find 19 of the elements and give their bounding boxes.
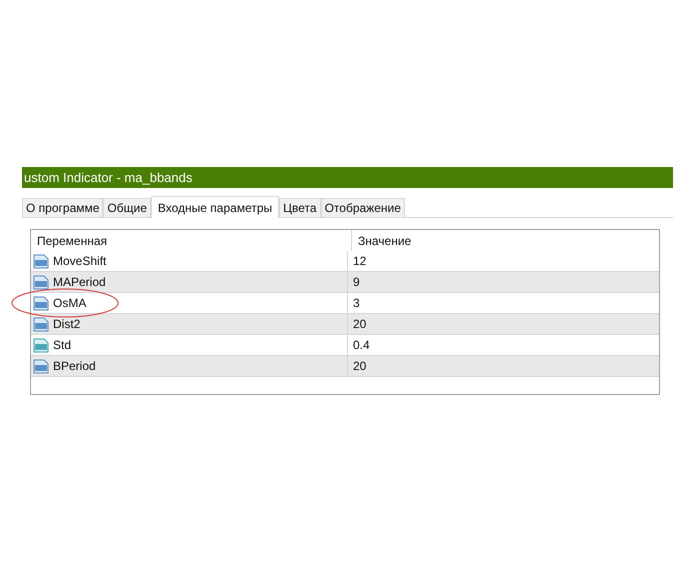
tab[interactable]: Входные параметры	[150, 196, 280, 218]
tab[interactable]: Отображение	[320, 198, 405, 217]
variable-name: MAPeriod	[53, 275, 106, 289]
value-cell: 3	[353, 296, 360, 310]
value-cell: 12	[353, 254, 366, 268]
variable-name: MoveShift	[53, 254, 106, 268]
window-title: ustom Indicator - ma_bbands	[23, 170, 192, 185]
tab[interactable]: О программе	[22, 198, 104, 217]
variable-name: Std	[53, 338, 72, 352]
value-cell: 9	[353, 275, 360, 289]
variable-name: BPeriod	[53, 359, 96, 373]
value-cell: 20	[353, 317, 366, 331]
tab[interactable]: Цвета	[279, 198, 321, 217]
column-header: Значение	[357, 232, 412, 250]
value-cell: 0.4	[353, 338, 370, 352]
value-cell: 20	[353, 359, 366, 373]
tab[interactable]: Общие	[103, 198, 151, 217]
variable-name: Dist2	[53, 317, 80, 331]
variable-name: OsMA	[53, 296, 86, 310]
